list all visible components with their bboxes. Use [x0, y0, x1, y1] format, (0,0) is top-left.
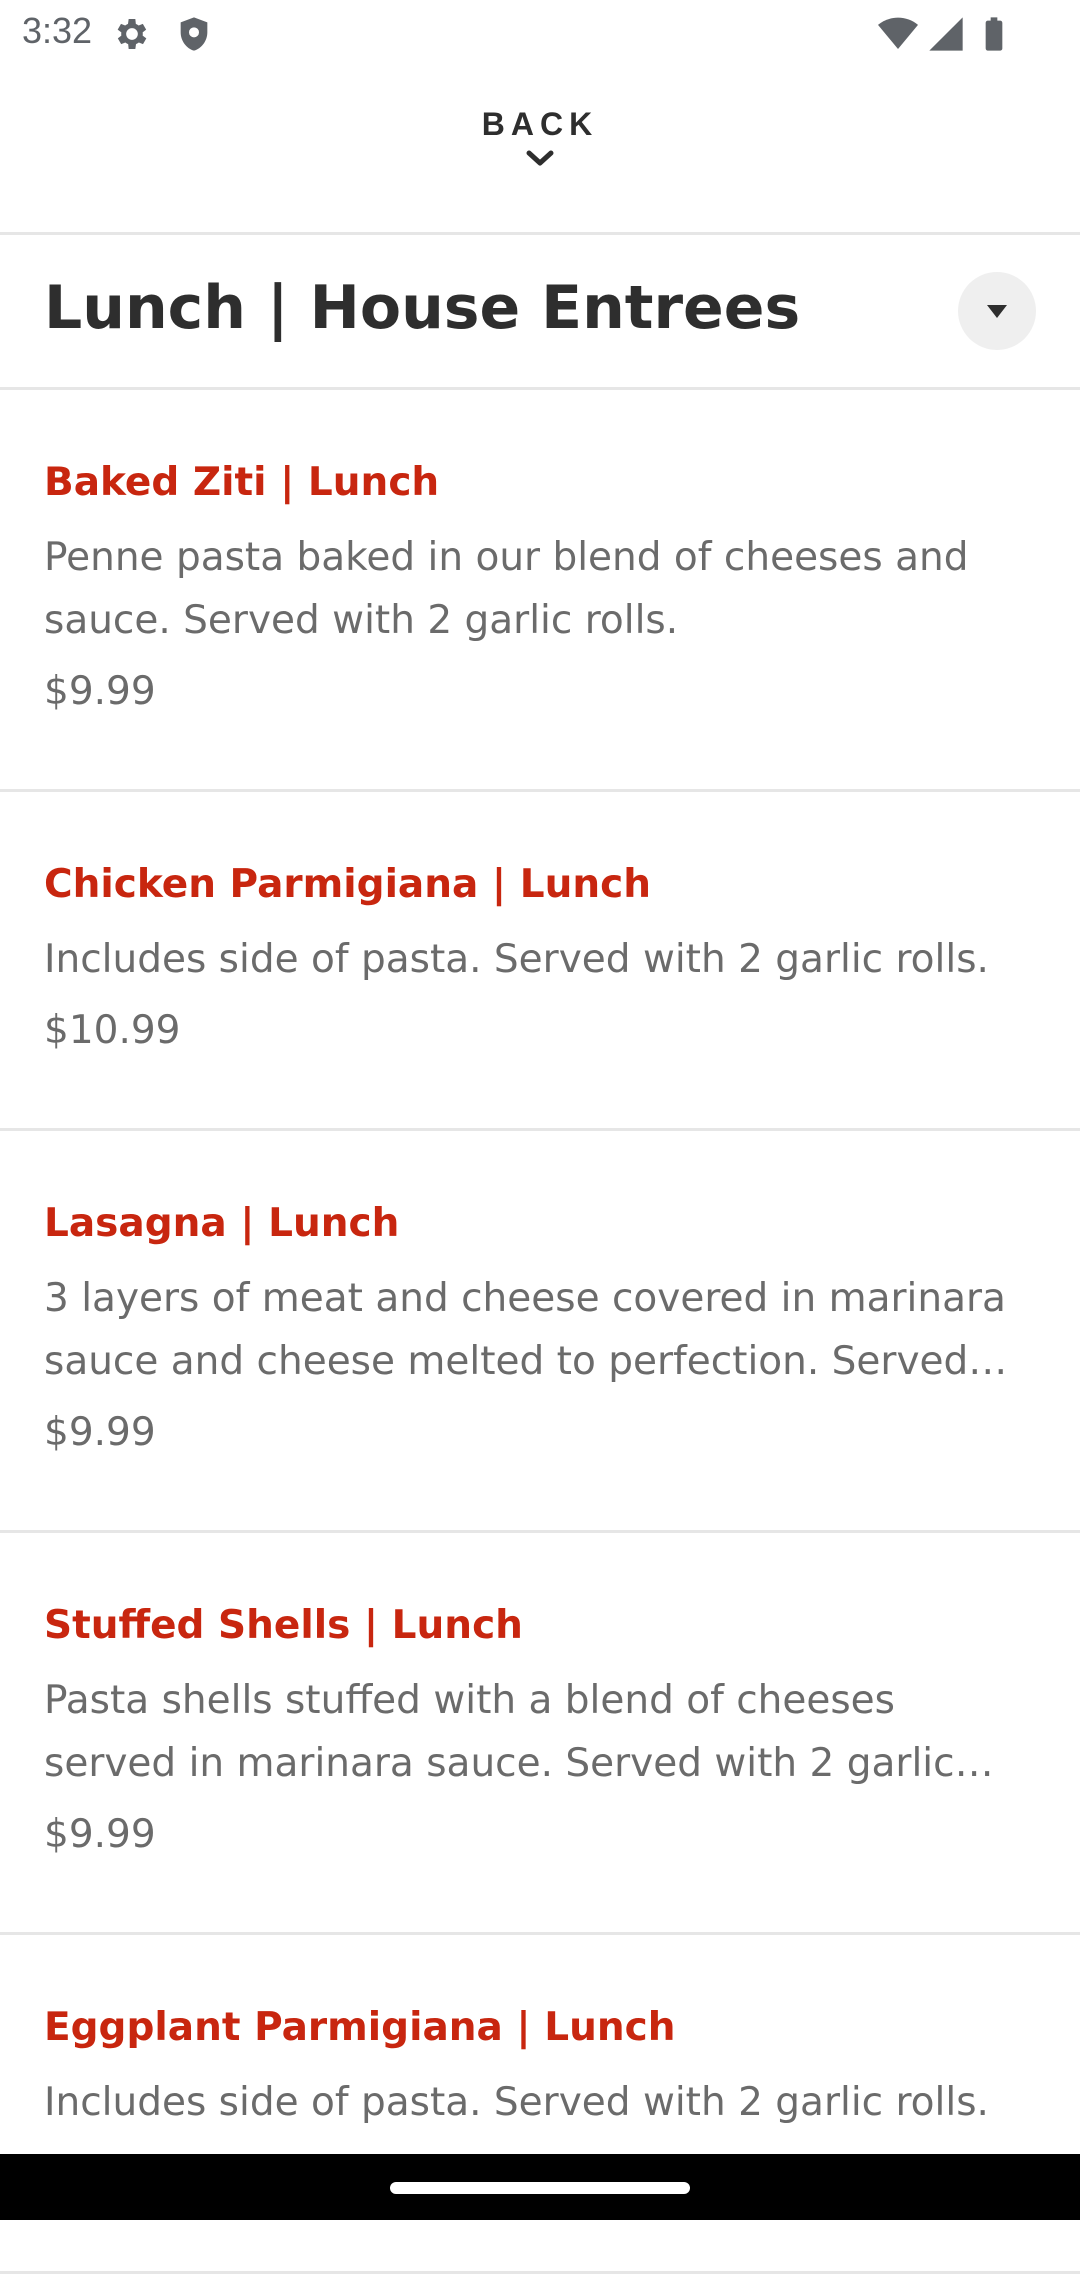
- item-description: Pasta shells stuffed with a blend of che…: [44, 1678, 955, 1786]
- signal-icon: [926, 14, 966, 54]
- menu-item[interactable]: Lasagna | Lunch 3 layers of meat and che…: [0, 1131, 1080, 1533]
- back-label: BACK: [481, 106, 599, 142]
- settings-icon: [112, 14, 152, 54]
- menu-item[interactable]: Baked Ziti | Lunch Penne pasta baked in …: [0, 390, 1080, 792]
- caret-down-icon: [987, 305, 1007, 318]
- item-description: Includes side of pasta. Served with 2 ga…: [44, 937, 989, 982]
- menu-item[interactable]: Eggplant Parmigiana | Lunch Includes sid…: [0, 1935, 1080, 2274]
- menu-item[interactable]: Chicken Parmigiana | Lunch Includes side…: [0, 792, 1080, 1131]
- shield-icon: [174, 14, 214, 54]
- status-time: 3:32: [22, 10, 93, 51]
- battery-icon: [974, 14, 1014, 54]
- home-indicator[interactable]: [390, 2182, 690, 2194]
- navigation-bar: [0, 2154, 1080, 2220]
- item-name: Eggplant Parmigiana | Lunch: [44, 2005, 676, 2050]
- menu-list: Baked Ziti | Lunch Penne pasta baked in …: [0, 390, 1080, 2274]
- category-dropdown-button[interactable]: [958, 272, 1036, 350]
- category-title: Lunch | House Entrees: [44, 273, 801, 343]
- item-description: 3 layers of meat and cheese covered in m…: [44, 1276, 1006, 1384]
- chevron-down-icon: [526, 150, 554, 166]
- item-name: Stuffed Shells | Lunch: [44, 1603, 523, 1648]
- item-price: $9.99: [44, 1812, 156, 1857]
- item-name: Lasagna | Lunch: [44, 1201, 400, 1246]
- menu-item[interactable]: Stuffed Shells | Lunch Pasta shells stuf…: [0, 1533, 1080, 1935]
- item-price: $9.99: [44, 1410, 156, 1455]
- status-bar: 3:32: [0, 0, 1080, 66]
- wifi-icon: [878, 14, 918, 54]
- item-description: Includes side of pasta. Served with 2 ga…: [44, 2080, 989, 2125]
- item-price: $10.99: [44, 1008, 181, 1053]
- back-button[interactable]: BACK: [440, 106, 640, 216]
- category-header: Lunch | House Entrees: [0, 235, 1080, 390]
- back-header: BACK: [0, 66, 1080, 235]
- item-description: Penne pasta baked in our blend of cheese…: [44, 535, 969, 643]
- item-price: $9.99: [44, 669, 156, 714]
- item-name: Baked Ziti | Lunch: [44, 460, 440, 505]
- item-name: Chicken Parmigiana | Lunch: [44, 862, 651, 907]
